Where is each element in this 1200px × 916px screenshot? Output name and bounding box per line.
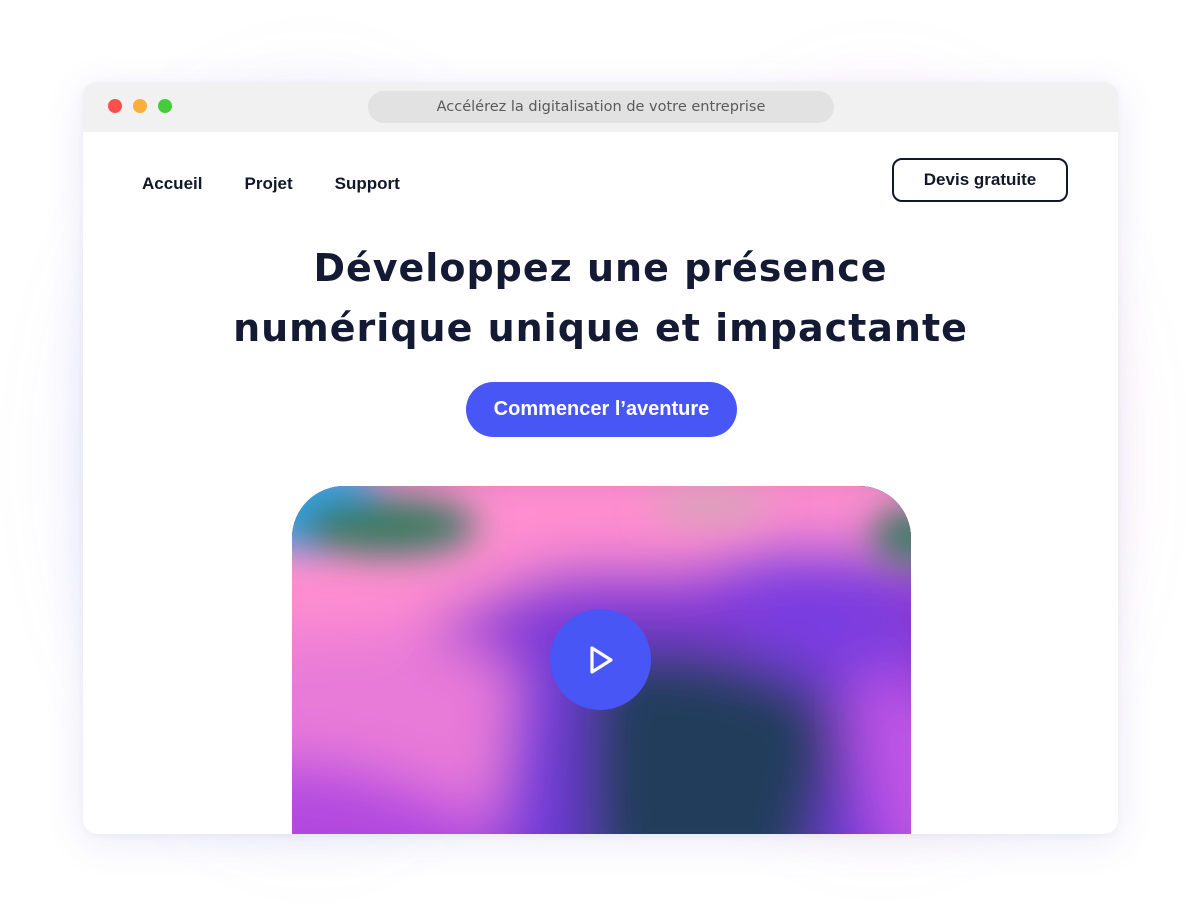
nav-link-accueil[interactable]: Accueil: [142, 174, 202, 194]
video-preview[interactable]: [292, 486, 911, 834]
start-adventure-button[interactable]: Commencer l’aventure: [466, 382, 737, 437]
nav-link-support[interactable]: Support: [335, 174, 400, 194]
close-window-dot-icon[interactable]: [108, 99, 122, 113]
page-stage: Accélérez la digitalisation de votre ent…: [0, 0, 1200, 916]
hero-title-line-2: numérique unique et impactante: [233, 306, 968, 350]
maximize-window-dot-icon[interactable]: [158, 99, 172, 113]
main-nav: Accueil Projet Support: [142, 174, 442, 194]
browser-window: Accélérez la digitalisation de votre ent…: [83, 82, 1118, 834]
browser-titlebar: Accélérez la digitalisation de votre ent…: [83, 82, 1118, 132]
address-bar[interactable]: Accélérez la digitalisation de votre ent…: [368, 91, 834, 123]
minimize-window-dot-icon[interactable]: [133, 99, 147, 113]
play-icon: [589, 645, 613, 674]
nav-link-projet[interactable]: Projet: [244, 174, 292, 194]
free-quote-button[interactable]: Devis gratuite: [892, 158, 1068, 202]
hero-title: Développez une présence numérique unique…: [83, 238, 1118, 358]
play-button[interactable]: [550, 609, 651, 710]
hero-title-line-1: Développez une présence: [313, 246, 888, 290]
